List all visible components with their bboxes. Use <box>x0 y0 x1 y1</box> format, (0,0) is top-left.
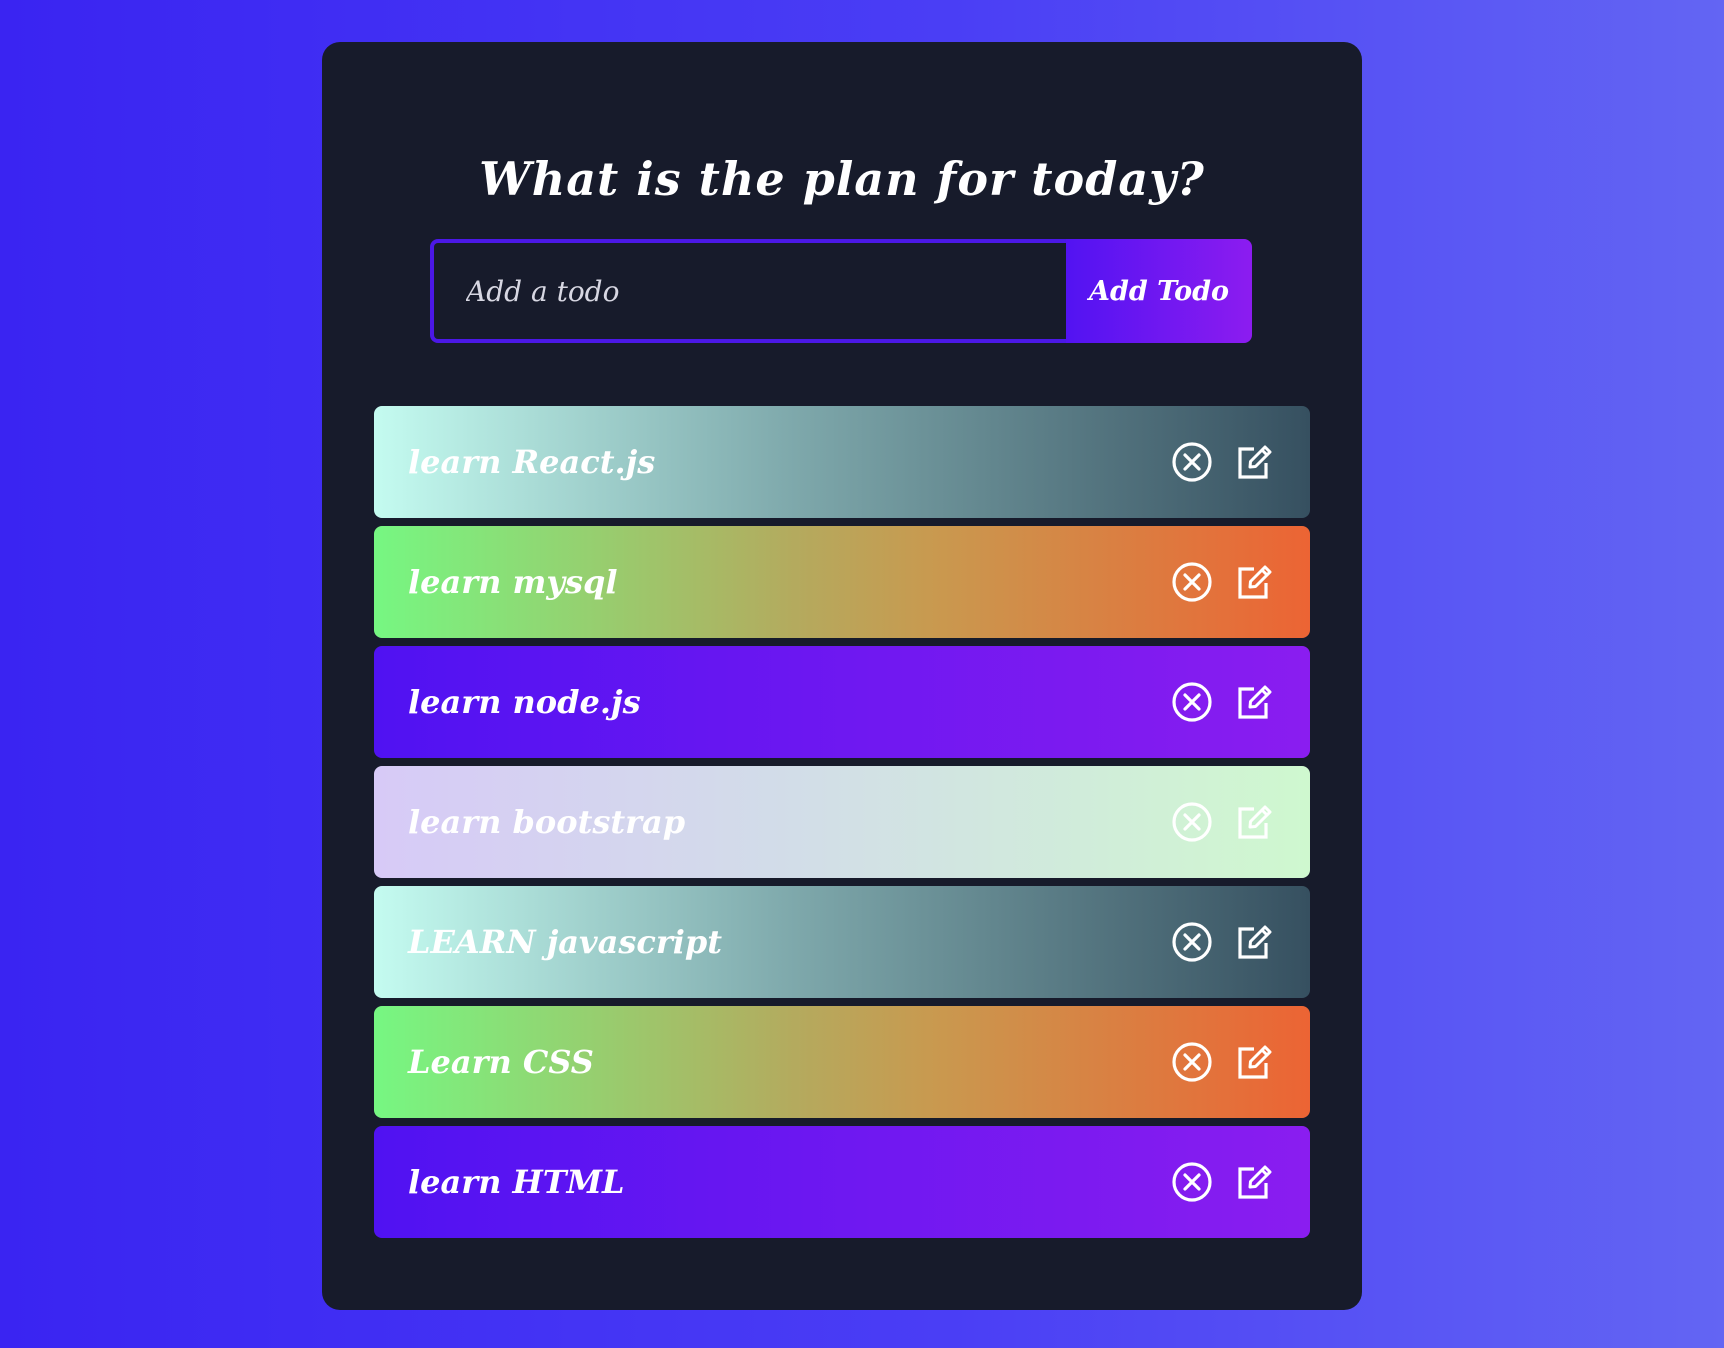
todo-text: learn node.js <box>408 683 641 721</box>
todo-row[interactable]: learn mysql <box>374 526 1310 638</box>
todo-input[interactable] <box>430 239 1066 343</box>
todo-actions <box>1170 440 1276 484</box>
todo-actions <box>1170 1040 1276 1084</box>
todo-row[interactable]: Learn CSS <box>374 1006 1310 1118</box>
edit-icon[interactable] <box>1232 560 1276 604</box>
add-todo-button[interactable]: Add Todo <box>1066 239 1252 343</box>
todo-text: Learn CSS <box>408 1043 594 1081</box>
edit-icon[interactable] <box>1232 1040 1276 1084</box>
edit-icon[interactable] <box>1232 920 1276 964</box>
todo-row[interactable]: learn node.js <box>374 646 1310 758</box>
page-title: What is the plan for today? <box>479 152 1205 206</box>
edit-icon[interactable] <box>1232 680 1276 724</box>
todo-form: Add Todo <box>430 239 1252 343</box>
close-circle-icon[interactable] <box>1170 680 1214 724</box>
edit-icon[interactable] <box>1232 1160 1276 1204</box>
todo-app: What is the plan for today? Add Todo lea… <box>322 42 1362 1310</box>
todo-row[interactable]: learn React.js <box>374 406 1310 518</box>
todo-list: learn React.js learn mysql learn node.js… <box>374 406 1310 1246</box>
todo-actions <box>1170 920 1276 964</box>
todo-row[interactable]: learn HTML <box>374 1126 1310 1238</box>
todo-row[interactable]: LEARN javascript <box>374 886 1310 998</box>
close-circle-icon[interactable] <box>1170 1160 1214 1204</box>
todo-text: learn HTML <box>408 1163 625 1201</box>
todo-actions <box>1170 800 1276 844</box>
edit-icon[interactable] <box>1232 440 1276 484</box>
todo-actions <box>1170 1160 1276 1204</box>
todo-text: learn mysql <box>408 563 618 601</box>
close-circle-icon[interactable] <box>1170 1040 1214 1084</box>
close-circle-icon[interactable] <box>1170 920 1214 964</box>
todo-text: learn bootstrap <box>408 803 686 841</box>
close-circle-icon[interactable] <box>1170 440 1214 484</box>
todo-row[interactable]: learn bootstrap <box>374 766 1310 878</box>
close-circle-icon[interactable] <box>1170 800 1214 844</box>
todo-actions <box>1170 680 1276 724</box>
todo-actions <box>1170 560 1276 604</box>
edit-icon[interactable] <box>1232 800 1276 844</box>
close-circle-icon[interactable] <box>1170 560 1214 604</box>
todo-text: learn React.js <box>408 443 656 481</box>
todo-text: LEARN javascript <box>408 923 723 961</box>
